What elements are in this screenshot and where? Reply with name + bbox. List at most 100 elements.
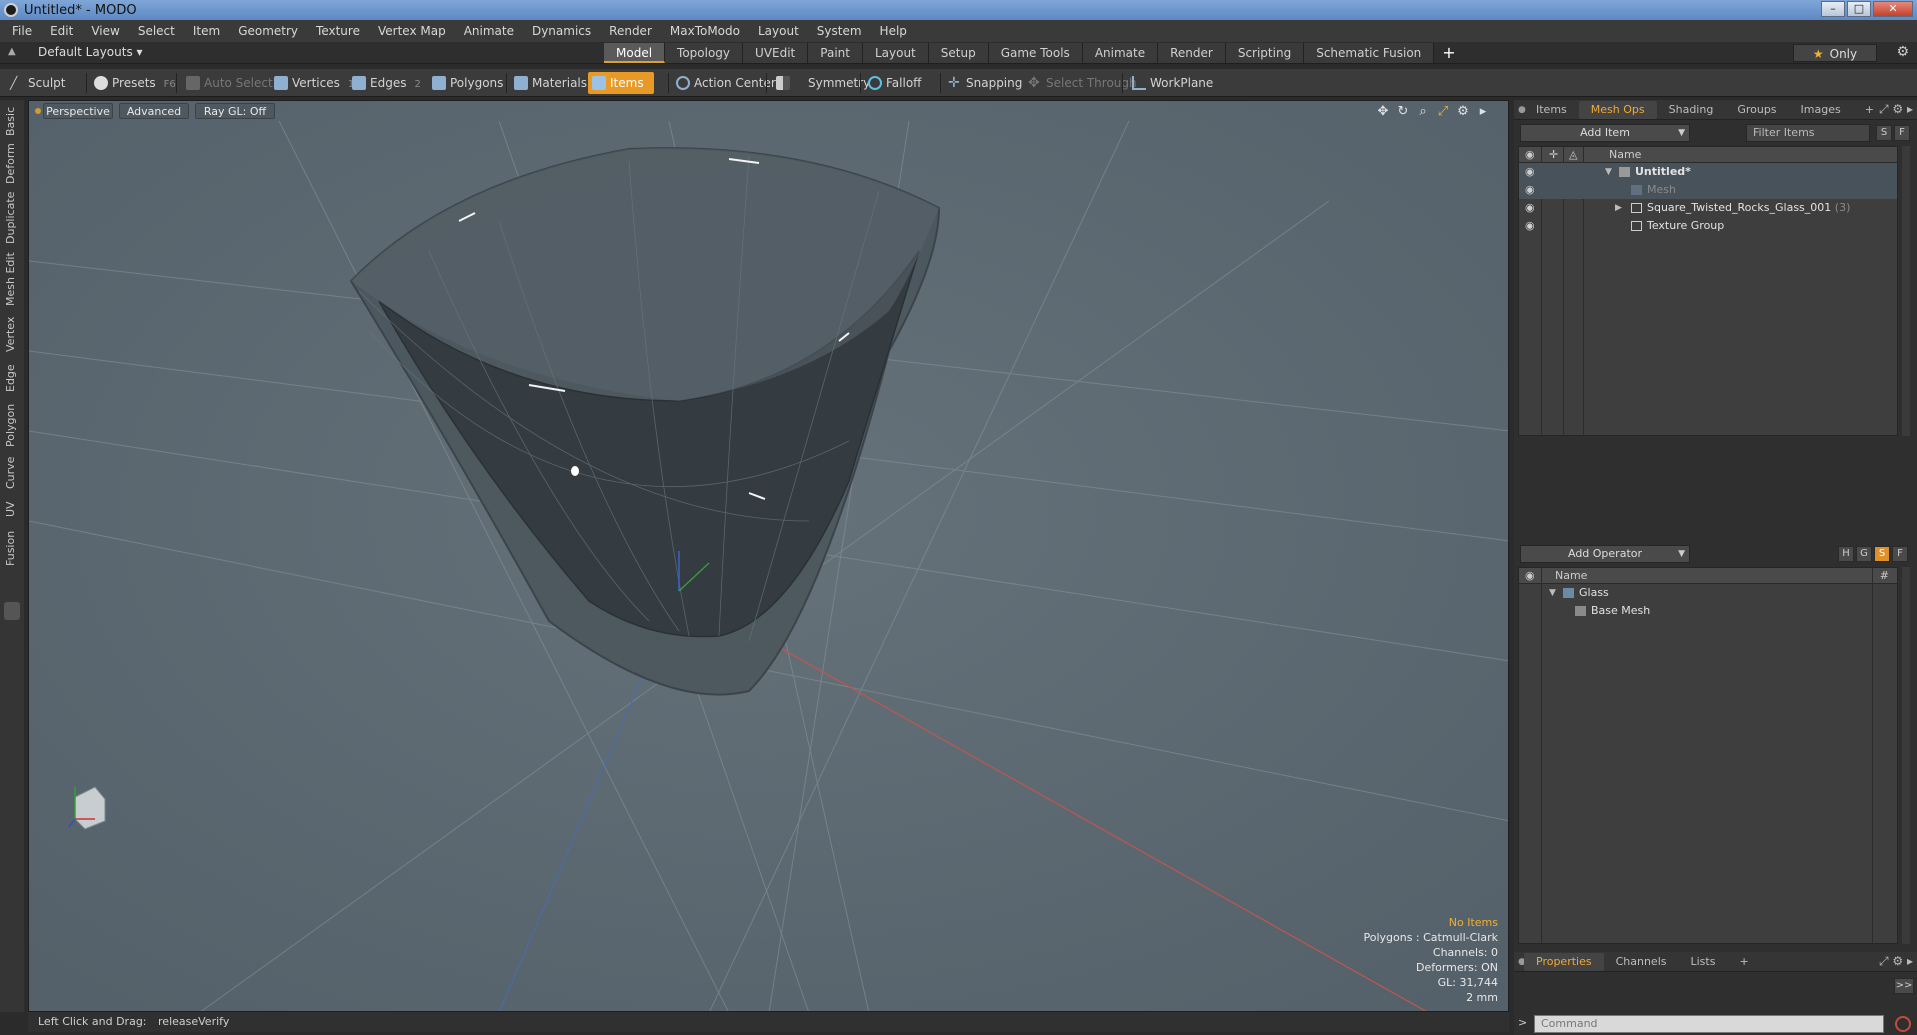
command-input[interactable]: Command (1534, 1015, 1884, 1033)
eye-icon[interactable]: ◉ (1525, 184, 1537, 196)
list-item[interactable]: ◉ ▼ Untitled* (1519, 163, 1897, 181)
filter-f-button[interactable]: F (1894, 125, 1910, 141)
vtab-basic[interactable]: Basic (4, 104, 20, 138)
vertices-button[interactable]: Vertices1 (270, 72, 354, 94)
menu-item[interactable]: Item (193, 24, 220, 38)
eye-icon[interactable]: ◉ (1525, 202, 1537, 214)
menu-system[interactable]: System (817, 24, 862, 38)
minimize-button[interactable]: – (1821, 1, 1845, 17)
tab-items[interactable]: Items (1524, 101, 1579, 119)
viewport-settings-icon[interactable]: ⚙ (1456, 104, 1470, 119)
tab-render[interactable]: Render (1158, 43, 1226, 63)
pan-icon[interactable]: ✥ (1376, 104, 1390, 119)
menu-file[interactable]: File (12, 24, 32, 38)
presets-button[interactable]: Presets F6 (90, 72, 176, 94)
menu-geometry[interactable]: Geometry (238, 24, 298, 38)
workplane-button[interactable]: WorkPlane (1128, 72, 1213, 94)
tab-animate[interactable]: Animate (1082, 43, 1159, 63)
vtab-edge[interactable]: Edge (4, 362, 20, 394)
tab-setup[interactable]: Setup (928, 43, 989, 63)
tab-channels[interactable]: Channels (1604, 953, 1679, 971)
operator-g-button[interactable]: G (1856, 546, 1872, 562)
tab-paint[interactable]: Paint (808, 43, 863, 63)
list-item[interactable]: ▼ Glass (1519, 584, 1897, 602)
add-item-dropdown[interactable]: Add Item ▼ (1520, 124, 1690, 142)
collapse-icon[interactable]: ▲ (8, 46, 20, 58)
materials-button[interactable]: Materials (510, 72, 587, 94)
tab-layout[interactable]: Layout (862, 43, 929, 63)
eye-icon[interactable]: ◉ (1525, 166, 1537, 178)
select-through-button[interactable]: ✥ Select Through (1024, 72, 1137, 94)
list-item[interactable]: Base Mesh (1519, 602, 1897, 620)
panel-handle[interactable] (4, 602, 20, 620)
vtab-uv[interactable]: UV (4, 498, 20, 520)
filter-items-input[interactable]: Filter Items (1746, 124, 1870, 142)
tab-schematic-fusion[interactable]: Schematic Fusion (1304, 43, 1435, 63)
add-properties-tab-button[interactable]: + (1727, 953, 1760, 971)
vtab-duplicate[interactable]: Duplicate (4, 192, 20, 244)
menu-texture[interactable]: Texture (316, 24, 360, 38)
3d-viewport[interactable]: Perspective Advanced Ray GL: Off ✥ ↻ ⌕ ⤢… (28, 100, 1509, 1012)
list-item[interactable]: ◉ Texture Group (1519, 217, 1897, 235)
maximize-viewport-icon[interactable]: ⤢ (1436, 104, 1450, 119)
add-operator-dropdown[interactable]: Add Operator ▼ (1520, 545, 1690, 563)
zoom-icon[interactable]: ⌕ (1416, 104, 1430, 119)
tab-uvedit[interactable]: UVEdit (743, 43, 809, 63)
vtab-polygon[interactable]: Polygon (4, 402, 20, 448)
operator-f-button[interactable]: F (1892, 546, 1908, 562)
eye-icon[interactable]: ◉ (1525, 220, 1537, 232)
snapping-button[interactable]: ✛ Snapping (944, 72, 1022, 94)
filter-s-button[interactable]: S (1876, 125, 1892, 141)
tab-topology[interactable]: Topology (665, 43, 744, 63)
menu-render[interactable]: Render (609, 24, 652, 38)
operator-s-button[interactable]: S (1874, 546, 1890, 562)
close-button[interactable]: ✕ (1873, 1, 1913, 17)
vtab-mesh-edit[interactable]: Mesh Edit (4, 252, 20, 306)
auto-select-button[interactable]: Auto Select (182, 72, 273, 94)
operator-list[interactable]: ◉ Name # ▼ Glass Base Mesh (1518, 567, 1898, 944)
tab-groups[interactable]: Groups (1725, 101, 1788, 119)
polygons-button[interactable]: Polygons (428, 72, 503, 94)
operator-list-scrollbar[interactable] (1902, 567, 1910, 944)
menu-dynamics[interactable]: Dynamics (532, 24, 591, 38)
vtab-vertex[interactable]: Vertex (4, 314, 20, 354)
viewport-options-dot[interactable] (35, 108, 41, 114)
menu-vertex-map[interactable]: Vertex Map (378, 24, 446, 38)
sculpt-button[interactable]: ╱ Sculpt (6, 72, 65, 94)
tab-properties[interactable]: Properties (1524, 952, 1604, 971)
view-type-dropdown[interactable]: Perspective (43, 103, 113, 119)
vtab-fusion[interactable]: Fusion (4, 528, 20, 568)
tab-images[interactable]: Images (1789, 101, 1853, 119)
menu-maxtomodo[interactable]: MaxToModo (670, 24, 740, 38)
panel-gear-icon[interactable]: ⤢ ⚙ ▸ (1879, 102, 1913, 117)
vtab-deform[interactable]: Deform (4, 143, 20, 184)
action-center-button[interactable]: Action Center (672, 72, 776, 94)
collapse-arrow-icon[interactable]: ▼ (1605, 163, 1612, 181)
symmetry-button[interactable]: Symmetry (772, 72, 870, 94)
tab-model[interactable]: Model (604, 43, 666, 63)
shading-dropdown[interactable]: Advanced (119, 103, 189, 119)
rotate-icon[interactable]: ↻ (1396, 104, 1410, 119)
menu-edit[interactable]: Edit (50, 24, 73, 38)
tab-shading[interactable]: Shading (1657, 101, 1726, 119)
expand-arrow-icon[interactable]: ▶ (1615, 199, 1622, 217)
tab-lists[interactable]: Lists (1679, 953, 1728, 971)
record-icon[interactable] (1895, 1016, 1911, 1032)
operator-h-button[interactable]: H (1838, 546, 1854, 562)
item-list[interactable]: ◉ ✛ ◬ Name ◉ ▼ Untitled* ◉ Mesh ◉ ▶ Squa… (1518, 146, 1898, 436)
tab-scripting[interactable]: Scripting (1225, 43, 1305, 63)
gear-icon[interactable]: ⚙ (1896, 44, 1909, 60)
add-tab-button[interactable]: + (1442, 43, 1455, 63)
layout-selector[interactable]: Default Layouts ▾ (38, 45, 143, 59)
maximize-button[interactable]: □ (1847, 1, 1871, 17)
tab-mesh-ops[interactable]: Mesh Ops (1578, 100, 1657, 119)
items-button[interactable]: Items (588, 72, 654, 94)
menu-help[interactable]: Help (880, 24, 907, 38)
panel-gear-icon[interactable]: ⤢ ⚙ ▸ (1879, 954, 1913, 969)
falloff-button[interactable]: Falloff (864, 72, 921, 94)
list-item[interactable]: ◉ Mesh (1519, 181, 1897, 199)
menu-view[interactable]: View (91, 24, 119, 38)
menu-animate[interactable]: Animate (464, 24, 514, 38)
tab-game-tools[interactable]: Game Tools (988, 43, 1083, 63)
expand-properties-button[interactable]: >> (1894, 978, 1914, 994)
